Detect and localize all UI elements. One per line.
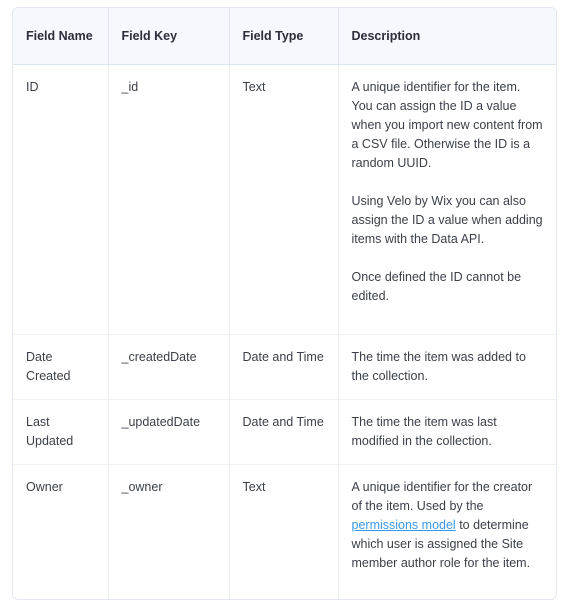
table-header: Field Name Field Key Field Type Descript… bbox=[13, 8, 556, 65]
cell-field-type: Text bbox=[229, 464, 339, 599]
description-paragraph: A unique identifier for the creator of t… bbox=[352, 478, 545, 573]
cell-field-name: Last Updated bbox=[13, 399, 109, 465]
cell-field-key: _owner bbox=[108, 464, 230, 599]
description-paragraph: A unique identifier for the item. You ca… bbox=[351, 80, 543, 170]
column-header-field-name: Field Name bbox=[13, 8, 109, 65]
column-header-field-type: Field Type bbox=[229, 8, 339, 65]
description-paragraph: The time the item was last modified in t… bbox=[351, 415, 497, 448]
description-paragraph: The time the item was added to the colle… bbox=[351, 350, 526, 383]
description-paragraph: Using Velo by Wix you can also assign th… bbox=[351, 194, 543, 246]
column-header-description: Description bbox=[338, 8, 556, 65]
cell-field-type: Text bbox=[229, 64, 339, 335]
table-row: Date Created _createdDate Date and Time … bbox=[13, 334, 556, 400]
cell-field-type: Date and Time bbox=[229, 399, 339, 465]
cell-field-name: Owner bbox=[13, 464, 109, 599]
cell-description: The time the item was last modified in t… bbox=[338, 399, 556, 465]
table-header-row: Field Name Field Key Field Type Descript… bbox=[13, 8, 556, 65]
cell-field-key: _updatedDate bbox=[108, 399, 230, 465]
description-text-before: A unique identifier for the creator of t… bbox=[351, 480, 533, 513]
table-row: Last Updated _updatedDate Date and Time … bbox=[13, 399, 556, 465]
table-row: ID _id Text A unique identifier for the … bbox=[13, 64, 556, 335]
cell-field-name: ID bbox=[13, 64, 109, 335]
cell-field-name: Date Created bbox=[13, 334, 109, 400]
column-header-field-key: Field Key bbox=[108, 8, 230, 65]
description-paragraph: Once defined the ID cannot be edited. bbox=[351, 270, 522, 303]
page-root: Field Name Field Key Field Type Descript… bbox=[0, 0, 569, 601]
cell-field-type: Date and Time bbox=[229, 334, 339, 400]
cell-description: A unique identifier for the item. You ca… bbox=[338, 64, 556, 335]
cell-field-key: _createdDate bbox=[108, 334, 230, 400]
system-fields-table-container: Field Name Field Key Field Type Descript… bbox=[12, 7, 557, 600]
system-fields-table: Field Name Field Key Field Type Descript… bbox=[13, 8, 556, 599]
cell-description: The time the item was added to the colle… bbox=[338, 334, 556, 400]
table-row: Owner _owner Text A unique identifier fo… bbox=[13, 464, 556, 599]
cell-field-key: _id bbox=[108, 64, 230, 335]
cell-description: A unique identifier for the creator of t… bbox=[338, 465, 556, 599]
permissions-model-link[interactable]: permissions model bbox=[352, 518, 456, 532]
table-body: ID _id Text A unique identifier for the … bbox=[13, 64, 556, 599]
